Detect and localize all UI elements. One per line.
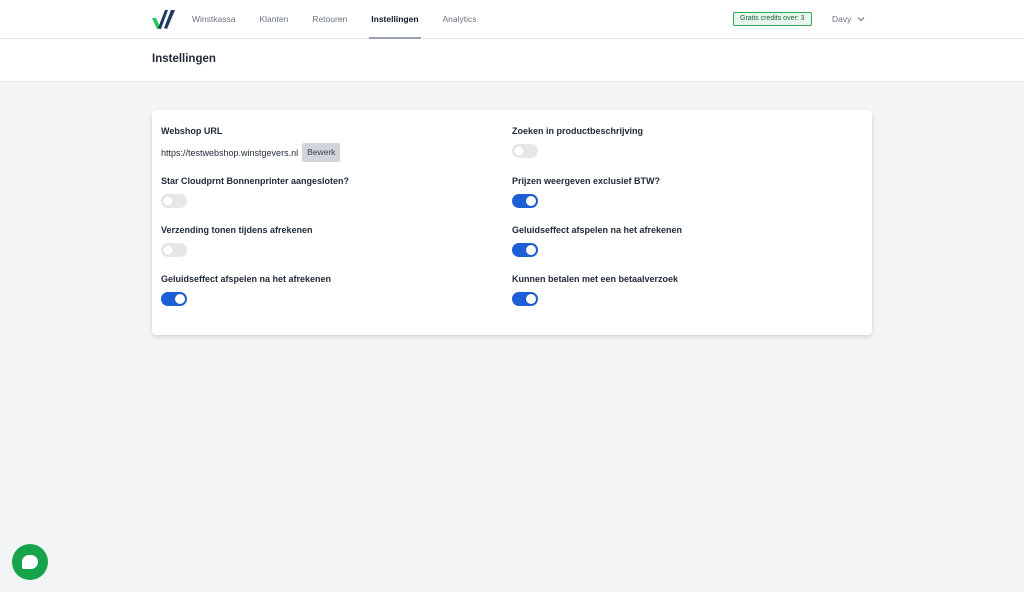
setting-geluid-left: Geluidseffect afspelen na het afrekenen (161, 274, 331, 306)
setting-label: Geluidseffect afspelen na het afrekenen (512, 225, 683, 235)
user-name: Davy (832, 14, 852, 24)
webshop-url-label: Webshop URL (161, 126, 223, 136)
webshop-url-value: https://testwebshop.winstgevers.nl (161, 147, 299, 158)
setting-label: Prijzen weergeven exclusief BTW? (512, 176, 661, 186)
zoeken-toggle[interactable] (512, 144, 538, 158)
geluid-left-toggle[interactable] (161, 292, 187, 306)
cloudprnt-toggle[interactable] (161, 194, 187, 208)
chevron-down-icon (858, 17, 865, 22)
nav-item-retouren[interactable]: Retouren (310, 0, 349, 39)
btw-toggle[interactable] (512, 194, 538, 208)
setting-betaalverzoek: Kunnen betalen met een betaalverzoek (512, 274, 678, 306)
edit-url-button[interactable]: Bewerk (302, 143, 341, 162)
setting-label: Zoeken in productbeschrijving (512, 126, 644, 136)
main-nav: Winstkassa Klanten Retouren Instellingen… (190, 0, 499, 39)
user-menu[interactable]: Davy (832, 12, 865, 26)
setting-zoeken: Zoeken in productbeschrijving (512, 126, 643, 158)
setting-label: Verzending tonen tijdens afrekenen (161, 225, 313, 235)
setting-btw: Prijzen weergeven exclusief BTW? (512, 176, 660, 208)
setting-label: Kunnen betalen met een betaalverzoek (512, 274, 679, 284)
webshop-url-field: Webshop URL https://testwebshop.winstgev… (161, 126, 341, 162)
setting-cloudprnt: Star Cloudprnt Bonnenprinter aangesloten… (161, 176, 349, 208)
credits-badge[interactable]: Gratis credits over: 3 (733, 12, 812, 26)
nav-item-analytics[interactable]: Analytics (441, 0, 479, 39)
nav-item-instellingen[interactable]: Instellingen (369, 0, 421, 39)
verzending-toggle[interactable] (161, 243, 187, 257)
setting-verzending: Verzending tonen tijdens afrekenen (161, 225, 313, 257)
setting-geluid-right: Geluidseffect afspelen na het afrekenen (512, 225, 682, 257)
top-navbar: Winstkassa Klanten Retouren Instellingen… (0, 0, 1024, 39)
setting-label: Star Cloudprnt Bonnenprinter aangesloten… (161, 176, 350, 186)
chat-button[interactable] (12, 544, 48, 580)
setting-label: Geluidseffect afspelen na het afrekenen (161, 274, 332, 284)
logo-icon[interactable] (151, 8, 177, 30)
page-title: Instellingen (152, 53, 216, 65)
betaalverzoek-toggle[interactable] (512, 292, 538, 306)
geluid-right-toggle[interactable] (512, 243, 538, 257)
chat-bubble-icon (22, 555, 38, 569)
nav-item-klanten[interactable]: Klanten (257, 0, 290, 39)
page-header: Instellingen (0, 39, 1024, 82)
nav-item-winstkassa[interactable]: Winstkassa (190, 0, 237, 39)
settings-card: Webshop URL https://testwebshop.winstgev… (152, 110, 872, 335)
